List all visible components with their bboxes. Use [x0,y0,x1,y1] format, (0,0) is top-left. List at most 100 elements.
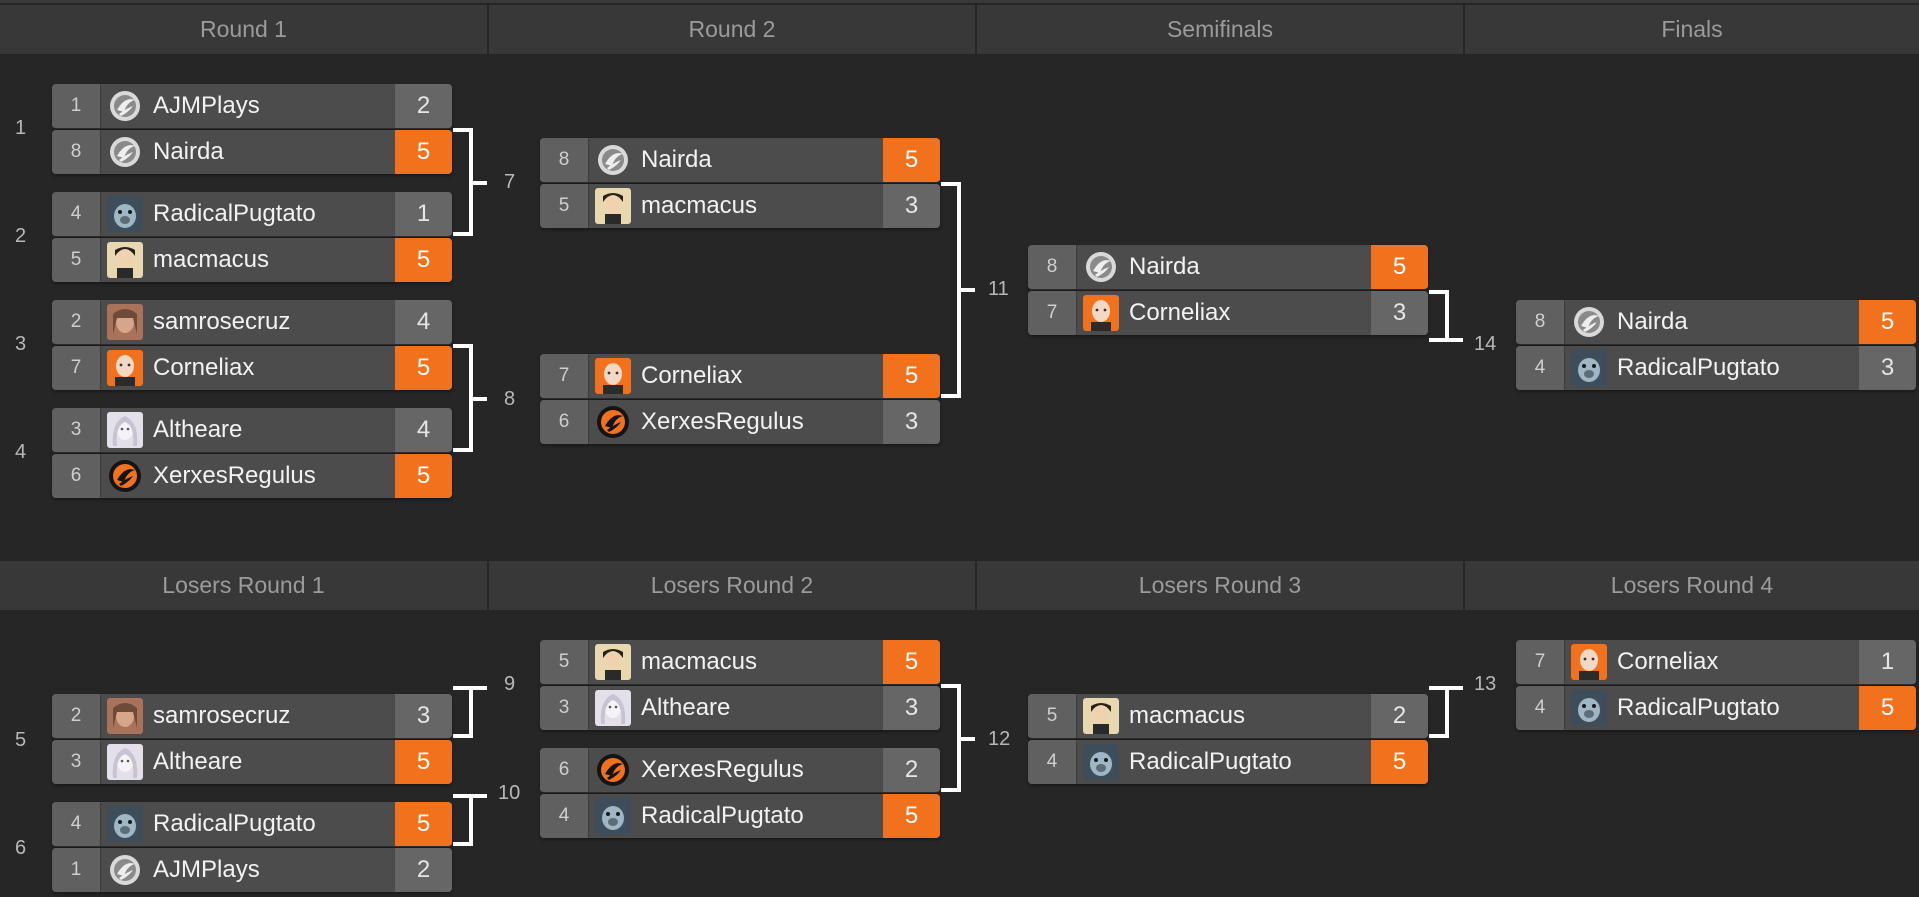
player-row[interactable]: 5 macmacus 3 [540,184,940,228]
player-row[interactable]: 8 Nairda 5 [1028,245,1428,290]
player-row[interactable]: 8 Nairda 5 [52,130,452,174]
orange-logo-icon [595,752,631,788]
player-row[interactable]: 7 Corneliax 3 [1028,291,1428,335]
player-row[interactable]: 4 RadicalPugtato 5 [540,794,940,838]
player-name[interactable]: macmacus [143,246,395,274]
seed-number: 4 [540,794,589,838]
player-name[interactable]: Nairda [143,138,395,166]
player-name[interactable]: RadicalPugtato [631,802,883,830]
player-name[interactable]: samrosecruz [143,702,395,730]
anime-avatar-icon [595,644,631,680]
player-row[interactable]: 4 RadicalPugtato 5 [1028,740,1428,784]
player-name[interactable]: XerxesRegulus [143,462,395,490]
player-name[interactable]: XerxesRegulus [631,408,883,436]
orange-logo-icon [595,404,631,440]
player-row[interactable]: 3 Altheare 3 [540,686,940,730]
player-row[interactable]: 3 Altheare 4 [52,408,452,453]
player-row[interactable]: 7 Corneliax 5 [540,354,940,399]
player-name[interactable]: RadicalPugtato [143,200,395,228]
player-row[interactable]: 6 XerxesRegulus 5 [52,454,452,498]
player-name[interactable]: macmacus [631,192,883,220]
player-row[interactable]: 2 samrosecruz 3 [52,694,452,739]
match-card[interactable]: 3 Altheare 4 6 XerxesRegulus 5 [52,408,452,500]
player-name[interactable]: RadicalPugtato [1607,354,1859,382]
pug-avatar-icon [1571,690,1607,726]
player-name[interactable]: Nairda [1607,308,1859,336]
seed-number: 2 [52,694,101,738]
swirl-logo-icon [1083,249,1119,285]
player-row[interactable]: 2 samrosecruz 4 [52,300,452,345]
match-card[interactable]: 8 Nairda 5 7 Corneliax 3 [1028,245,1428,337]
player-row[interactable]: 4 RadicalPugtato 3 [1516,346,1916,390]
photo-avatar-icon [107,304,143,340]
winning-score: 5 [395,740,452,784]
player-name[interactable]: samrosecruz [143,308,395,336]
match-card[interactable]: 2 samrosecruz 4 7 Corneliax 5 [52,300,452,392]
match-card[interactable]: 6 XerxesRegulus 2 4 RadicalPugtato 5 [540,748,940,840]
seed-number: 4 [52,192,101,236]
bracket-connector [1429,686,1449,738]
player-row[interactable]: 5 macmacus 2 [1028,694,1428,739]
match-card[interactable]: 2 samrosecruz 3 3 Altheare 5 [52,694,452,786]
player-name[interactable]: Corneliax [143,354,395,382]
seed-number: 3 [52,740,101,784]
sketch-avatar-icon [107,412,143,448]
player-row[interactable]: 8 Nairda 5 [1516,300,1916,345]
player-row[interactable]: 8 Nairda 5 [540,138,940,183]
winning-score: 5 [395,346,452,390]
player-row[interactable]: 6 XerxesRegulus 3 [540,400,940,444]
player-name[interactable]: Corneliax [1607,648,1859,676]
bracket-connector [1449,338,1463,342]
player-row[interactable]: 4 RadicalPugtato 5 [52,802,452,847]
player-row[interactable]: 7 Corneliax 5 [52,346,452,390]
player-row[interactable]: 1 AJMPlays 2 [52,848,452,892]
player-name[interactable]: macmacus [631,648,883,676]
player-name[interactable]: XerxesRegulus [631,756,883,784]
seed-number: 7 [1028,291,1077,335]
player-name[interactable]: Altheare [631,694,883,722]
player-name[interactable]: Corneliax [1119,299,1371,327]
bracket-connector [961,288,975,292]
player-name[interactable]: RadicalPugtato [1607,694,1859,722]
bald-avatar-icon [1083,295,1119,331]
player-row[interactable]: 1 AJMPlays 2 [52,84,452,129]
player-name[interactable]: Altheare [143,416,395,444]
match-card[interactable]: 4 RadicalPugtato 1 5 macmacus 5 [52,192,452,284]
player-row[interactable]: 5 macmacus 5 [540,640,940,685]
player-name[interactable]: Altheare [143,748,395,776]
match-card[interactable]: 5 macmacus 2 4 RadicalPugtato 5 [1028,694,1428,786]
score: 2 [395,84,452,128]
bracket-connector [941,684,961,792]
player-row[interactable]: 6 XerxesRegulus 2 [540,748,940,793]
player-name[interactable]: Nairda [631,146,883,174]
player-row[interactable]: 3 Altheare 5 [52,740,452,784]
match-card[interactable]: 7 Corneliax 1 4 RadicalPugtato 5 [1516,640,1916,732]
player-row[interactable]: 5 macmacus 5 [52,238,452,282]
player-name[interactable]: Corneliax [631,362,883,390]
player-row[interactable]: 4 RadicalPugtato 5 [1516,686,1916,730]
pug-avatar-icon [595,798,631,834]
player-name[interactable]: AJMPlays [143,92,395,120]
player-name[interactable]: Nairda [1119,253,1371,281]
match-number: 11 [988,278,1009,300]
player-row[interactable]: 4 RadicalPugtato 1 [52,192,452,237]
match-card[interactable]: 1 AJMPlays 2 8 Nairda 5 [52,84,452,176]
top-divider [0,0,1919,3]
match-card[interactable]: 4 RadicalPugtato 5 1 AJMPlays 2 [52,802,452,894]
player-name[interactable]: RadicalPugtato [1119,748,1371,776]
header-round-2: Round 2 [487,5,975,54]
match-card[interactable]: 5 macmacus 5 3 Altheare 3 [540,640,940,732]
winning-score: 5 [1859,686,1916,730]
match-card[interactable]: 8 Nairda 5 4 RadicalPugtato 3 [1516,300,1916,392]
match-card[interactable]: 7 Corneliax 5 6 XerxesRegulus 3 [540,354,940,446]
winning-score: 5 [883,138,940,182]
seed-number: 4 [1516,686,1565,730]
player-name[interactable]: RadicalPugtato [143,810,395,838]
bald-avatar-icon [595,358,631,394]
seed-number: 3 [52,408,101,452]
player-name[interactable]: AJMPlays [143,856,395,884]
player-row[interactable]: 7 Corneliax 1 [1516,640,1916,685]
winning-score: 5 [395,130,452,174]
match-card[interactable]: 8 Nairda 5 5 macmacus 3 [540,138,940,230]
player-name[interactable]: macmacus [1119,702,1371,730]
